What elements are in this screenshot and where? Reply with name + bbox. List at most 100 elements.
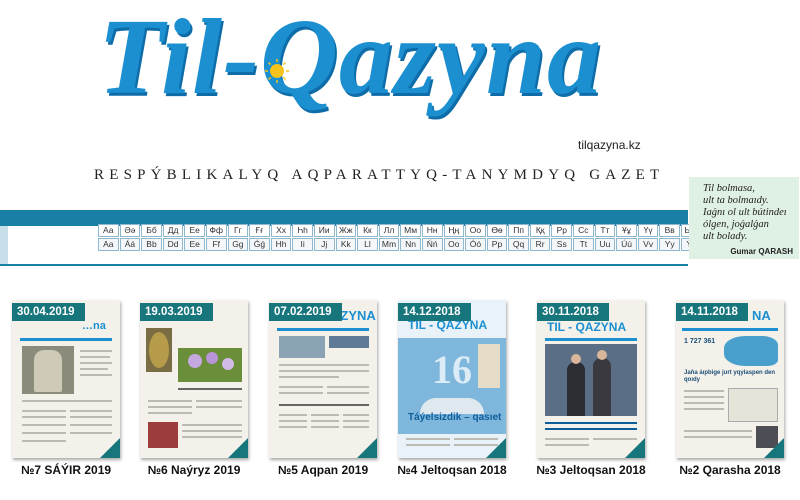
issue-date: 07.02.2019: [269, 303, 342, 321]
issue-cover[interactable]: TIL - QAZYNA 30.11.2018: [537, 300, 645, 458]
alphabet-letter-key[interactable]: Bb: [141, 238, 162, 251]
alphabet-letter-key[interactable]: Оо: [465, 224, 486, 237]
issue-title[interactable]: №4 Jeltoqsan 2018: [382, 463, 522, 477]
site-logo[interactable]: Til-Qazyna: [98, 4, 708, 128]
cover-map: [724, 336, 778, 366]
issue-title[interactable]: №6 Naýryz 2019: [124, 463, 264, 477]
alphabet-letter-key[interactable]: Үү: [637, 224, 659, 237]
cover-corner: [625, 438, 645, 458]
cover-number: 1 727 361: [684, 338, 716, 345]
alphabet-letter-key[interactable]: Ńń: [421, 238, 443, 251]
alphabet-letter-key[interactable]: Pp: [486, 238, 508, 251]
quote-line: Til bolmasa,: [703, 183, 755, 194]
alphabet-letter-key[interactable]: Ее: [184, 224, 205, 237]
cover-corner: [357, 438, 377, 458]
alphabet-letter-key[interactable]: Kk: [335, 238, 357, 251]
alphabet-letter-key[interactable]: Гг: [227, 224, 249, 237]
quote-box: Til bolmasa, ult ta bolmaıdy. Iaǵnı ol u…: [689, 177, 799, 259]
logo-text: Til-Qazyna: [98, 0, 602, 117]
alphabet-letter-key[interactable]: Лл: [378, 224, 400, 237]
alphabet-letter-key[interactable]: Úú: [616, 238, 637, 251]
alphabet-letter-key[interactable]: Jj: [313, 238, 335, 251]
alphabet-letter-key[interactable]: Нн: [421, 224, 443, 237]
issue-cover[interactable]: …na 30.04.2019: [12, 300, 120, 458]
alphabet-letter-key[interactable]: Ии: [313, 224, 335, 237]
alphabet-letter-key[interactable]: Дд: [162, 224, 184, 237]
quote-line: ult ta bolmaıdy.: [703, 195, 769, 206]
alphabet-letter-key[interactable]: Ff: [205, 238, 227, 251]
alphabet-letter-key[interactable]: Gg: [227, 238, 249, 251]
issue-card[interactable]: AZYNA 07.02.2019 №5 Aqpan 2019: [269, 300, 377, 477]
issue-title[interactable]: №3 Jeltoqsan 2018: [521, 463, 661, 477]
cover-corner: [764, 438, 784, 458]
cover-photo-monument: [34, 350, 62, 392]
quote-line: Iaǵnı ol ult bútindeı: [703, 207, 787, 218]
alphabet-letter-key[interactable]: Ss: [551, 238, 573, 251]
alphabet-letter-key[interactable]: Ǵǵ: [249, 238, 270, 251]
alphabet-letter-key[interactable]: Qq: [508, 238, 529, 251]
alphabet-letter-key[interactable]: Nn: [400, 238, 421, 251]
alphabet-letter-key[interactable]: Ee: [184, 238, 205, 251]
quote-author: Gumar QARASH: [730, 247, 793, 256]
alphabet-letter-key[interactable]: Сс: [573, 224, 594, 237]
issue-title[interactable]: №2 Qarasha 2018: [660, 463, 800, 477]
alphabet-letter-key[interactable]: Рр: [551, 224, 573, 237]
issue-cover[interactable]: 19.03.2019: [140, 300, 248, 458]
alphabet-letter-key[interactable]: Oo: [443, 238, 465, 251]
alphabet-letter-key[interactable]: Aa: [98, 238, 119, 251]
alphabet-letter-key[interactable]: Әә: [119, 224, 141, 237]
alphabet-letter-key[interactable]: Ңң: [443, 224, 465, 237]
cover-headline: Táýelsizdik – qasıet: [408, 412, 502, 423]
alphabet-letter-key[interactable]: Мм: [400, 224, 421, 237]
alphabet-letter-key[interactable]: Dd: [162, 238, 184, 251]
alphabet-letter-key[interactable]: Yy: [659, 238, 681, 251]
issue-title[interactable]: №7 SÁÝIR 2019: [0, 463, 136, 477]
alphabet-letter-key[interactable]: Uu: [594, 238, 616, 251]
alphabet-letter-key[interactable]: Фф: [205, 224, 227, 237]
issue-date: 14.11.2018: [676, 303, 748, 321]
alphabet-letter-key[interactable]: Бб: [141, 224, 162, 237]
quote-line: ult bolady.: [703, 231, 748, 242]
issue-card[interactable]: TIL - QAZYNA 16 Táýelsizdik – qasıet 14.…: [397, 300, 507, 477]
cover-corner: [100, 438, 120, 458]
cover-big-number: 16: [432, 347, 472, 392]
cover-headline: Jaňa áıpbige jurt yqylaspen den qoıdy: [684, 370, 776, 383]
issue-title[interactable]: №5 Aqpan 2019: [253, 463, 393, 477]
issue-cover[interactable]: NA 1 727 361 Jaňa áıpbige jurt yqylaspen…: [676, 300, 784, 458]
alphabet-letter-key[interactable]: Ll: [357, 238, 378, 251]
cover-masthead: NA: [752, 308, 771, 323]
issue-date: 14.12.2018: [398, 303, 471, 321]
cover-photo: [279, 336, 325, 358]
issue-cover[interactable]: AZYNA 07.02.2019: [269, 300, 377, 458]
issue-card[interactable]: TIL - QAZYNA 30.11.2018 №3 Jeltoqsan 201…: [536, 300, 646, 477]
alphabet-letter-key[interactable]: Һһ: [292, 224, 313, 237]
issue-card[interactable]: …na 30.04.2019 №7 SÁÝIR 2019: [12, 300, 120, 477]
alphabet-letter-key[interactable]: Mm: [378, 238, 400, 251]
alphabet-letter-key[interactable]: Вв: [659, 224, 681, 237]
alphabet-letter-key[interactable]: Ққ: [529, 224, 551, 237]
cover-rule: [20, 338, 112, 341]
issue-card[interactable]: 19.03.2019 №6 Naýryz 2019: [140, 300, 248, 477]
issue-cover[interactable]: TIL - QAZYNA 16 Táýelsizdik – qasıet 14.…: [398, 300, 506, 458]
latin-alphabet-row: Aa Áá Bb Dd Ee Ff Gg Ǵǵ Hh Ii Jj Kk Ll Mm Nn Ńń Oo Óó Pp Qq…: [98, 238, 767, 251]
alphabet-letter-key[interactable]: Rr: [529, 238, 551, 251]
site-url[interactable]: tilqazyna.kz: [578, 138, 641, 152]
alphabet-letter-key[interactable]: Ғғ: [249, 224, 270, 237]
alphabet-band-divider: [0, 264, 688, 266]
alphabet-letter-key[interactable]: Ii: [292, 238, 313, 251]
alphabet-letter-key[interactable]: Кк: [357, 224, 378, 237]
alphabet-letter-key[interactable]: Жж: [335, 224, 357, 237]
alphabet-letter-key[interactable]: Áá: [119, 238, 141, 251]
cover-masthead: TIL - QAZYNA: [547, 320, 627, 334]
alphabet-letter-key[interactable]: Hh: [270, 238, 292, 251]
alphabet-letter-key[interactable]: Ұұ: [616, 224, 637, 237]
alphabet-letter-key[interactable]: Пп: [508, 224, 529, 237]
alphabet-letter-key[interactable]: Óó: [465, 238, 486, 251]
alphabet-letter-key[interactable]: Vv: [637, 238, 659, 251]
alphabet-letter-key[interactable]: Tt: [573, 238, 594, 251]
alphabet-letter-key[interactable]: Хх: [270, 224, 292, 237]
alphabet-letter-key[interactable]: Тт: [594, 224, 616, 237]
issue-card[interactable]: NA 1 727 361 Jaňa áıpbige jurt yqylaspen…: [676, 300, 784, 477]
alphabet-letter-key[interactable]: Аа: [98, 224, 119, 237]
alphabet-letter-key[interactable]: Өө: [486, 224, 508, 237]
